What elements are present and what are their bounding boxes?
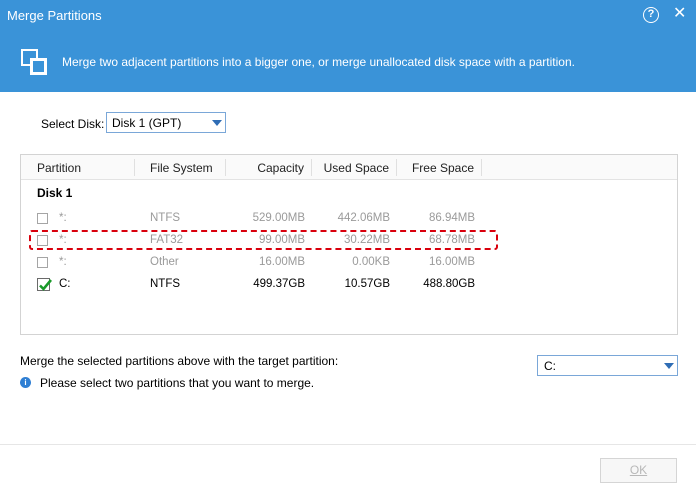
partition-used-space: 0.00KB bbox=[352, 256, 390, 268]
partition-capacity: 499.37GB bbox=[253, 278, 305, 290]
column-divider bbox=[396, 159, 397, 176]
partition-file-system: NTFS bbox=[150, 212, 181, 224]
partition-capacity: 16.00MB bbox=[258, 256, 305, 268]
partition-letter: C: bbox=[59, 278, 71, 290]
footer-divider bbox=[0, 444, 696, 445]
checkmark-icon bbox=[39, 279, 52, 291]
description-banner: Merge two adjacent partitions into a big… bbox=[0, 31, 696, 92]
target-partition-value: C: bbox=[544, 359, 556, 373]
partition-letter: *: bbox=[59, 256, 67, 268]
target-partition-label: Merge the selected partitions above with… bbox=[20, 354, 339, 368]
partition-capacity: 529.00MB bbox=[252, 212, 305, 224]
partition-checkbox[interactable] bbox=[37, 257, 48, 268]
partition-free-space: 86.94MB bbox=[428, 212, 475, 224]
info-message: Please select two partitions that you wa… bbox=[40, 376, 315, 390]
chevron-down-icon bbox=[212, 120, 222, 126]
column-header-capacity[interactable]: Capacity bbox=[231, 161, 304, 175]
close-icon[interactable]: ✕ bbox=[673, 6, 686, 22]
window-title: Merge Partitions bbox=[7, 8, 102, 23]
chevron-down-icon bbox=[664, 363, 674, 369]
partition-free-space: 16.00MB bbox=[428, 256, 475, 268]
column-divider bbox=[225, 159, 226, 176]
table-header: Partition File System Capacity Used Spac… bbox=[21, 155, 677, 180]
partition-row: *: NTFS 529.00MB 442.06MB 86.94MB bbox=[21, 208, 677, 230]
partition-used-space: 442.06MB bbox=[337, 212, 390, 224]
column-divider bbox=[134, 159, 135, 176]
column-divider bbox=[481, 159, 482, 176]
info-icon: i bbox=[20, 377, 31, 388]
partition-checkbox[interactable] bbox=[37, 213, 48, 224]
column-header-free-space[interactable]: Free Space bbox=[398, 161, 474, 175]
partition-checkbox-checked[interactable] bbox=[37, 278, 52, 291]
column-header-partition[interactable]: Partition bbox=[37, 161, 81, 175]
disk-dropdown[interactable]: Disk 1 (GPT) bbox=[106, 112, 226, 133]
partition-free-space: 488.80GB bbox=[423, 278, 475, 290]
column-header-file-system[interactable]: File System bbox=[150, 161, 213, 175]
disk-group-label: Disk 1 bbox=[37, 186, 73, 200]
column-header-used-space[interactable]: Used Space bbox=[313, 161, 389, 175]
title-bar: Merge Partitions ? ✕ bbox=[0, 0, 696, 31]
partition-row: *: Other 16.00MB 0.00KB 16.00MB bbox=[21, 252, 677, 274]
partition-row: C: NTFS 499.37GB 10.57GB 488.80GB bbox=[21, 274, 677, 296]
disk-dropdown-value: Disk 1 (GPT) bbox=[112, 116, 182, 130]
select-disk-label: Select Disk: bbox=[41, 117, 105, 131]
merge-partitions-icon bbox=[21, 49, 47, 75]
target-partition-dropdown[interactable]: C: bbox=[537, 355, 678, 376]
ok-button[interactable]: OK bbox=[600, 458, 677, 483]
partition-file-system: NTFS bbox=[150, 278, 181, 290]
partition-file-system: Other bbox=[150, 256, 179, 268]
banner-description: Merge two adjacent partitions into a big… bbox=[62, 55, 575, 69]
partition-letter: *: bbox=[59, 212, 67, 224]
highlight-annotation-box bbox=[29, 230, 498, 250]
partition-used-space: 10.57GB bbox=[344, 278, 390, 290]
help-icon[interactable]: ? bbox=[643, 7, 659, 23]
column-divider bbox=[311, 159, 312, 176]
